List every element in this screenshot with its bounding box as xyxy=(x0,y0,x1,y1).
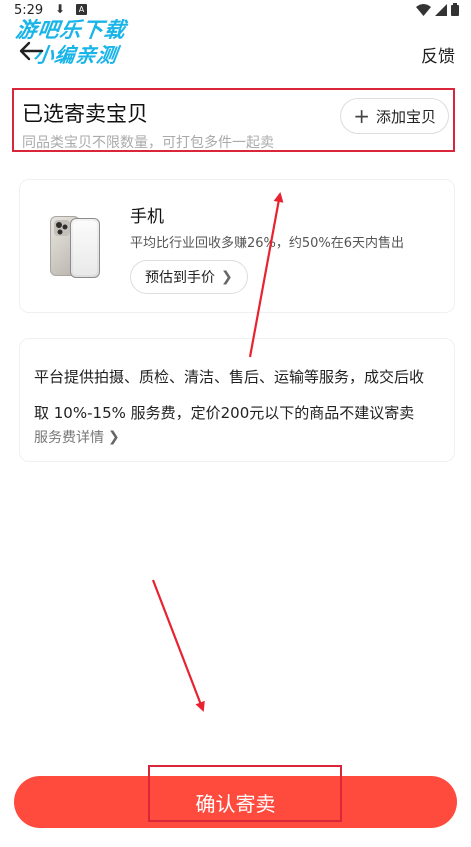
estimate-price-label: 预估到手价 xyxy=(145,270,215,286)
battery-icon xyxy=(451,3,459,16)
back-arrow-icon xyxy=(19,41,44,61)
product-card[interactable]: 手机 平均比行业回收多赚26%，约50%在6天内售出 预估到手价 ❯ xyxy=(19,179,455,313)
service-description: 平台提供拍摄、质检、清洁、售后、运输等服务，成交后收 取 10%-15% 服务费… xyxy=(34,359,444,431)
service-fee-details-link[interactable]: 服务费详情 ❯ xyxy=(34,427,120,447)
watermark-line2: 小编亲测 xyxy=(32,43,120,67)
service-line-2: 取 10%-15% 服务费，定价200元以下的商品不建议寄卖 xyxy=(34,404,415,422)
selected-items-header: 已选寄卖宝贝 同品类宝贝不限数量，可打包多件一起卖 + 添加宝贝 xyxy=(12,88,455,152)
estimate-price-button[interactable]: 预估到手价 ❯ xyxy=(130,260,248,294)
service-fee-details-label: 服务费详情 xyxy=(34,430,104,446)
chevron-right-icon: ❯ xyxy=(221,269,233,285)
status-icons xyxy=(416,3,459,16)
phone-front-image xyxy=(70,218,100,278)
selected-subtitle: 同品类宝贝不限数量，可打包多件一起卖 xyxy=(22,135,274,151)
wifi-icon xyxy=(416,3,431,16)
confirm-consign-label: 确认寄卖 xyxy=(195,791,276,816)
product-description: 平均比行业回收多赚26%，约50%在6天内售出 xyxy=(130,236,405,251)
service-info-card: 平台提供拍摄、质检、清洁、售后、运输等服务，成交后收 取 10%-15% 服务费… xyxy=(19,338,455,462)
phone-image xyxy=(50,216,100,278)
signal-icon xyxy=(435,3,447,16)
feedback-link[interactable]: 反馈 xyxy=(421,42,455,67)
add-item-button[interactable]: + 添加宝贝 xyxy=(340,98,449,134)
add-item-label: 添加宝贝 xyxy=(375,107,436,126)
bottom-bar: 确认寄卖 xyxy=(0,762,471,847)
service-line-1: 平台提供拍摄、质检、清洁、售后、运输等服务，成交后收 xyxy=(34,368,425,386)
page-title: 已选寄卖宝贝 xyxy=(22,102,148,126)
back-button[interactable] xyxy=(18,40,44,62)
product-name: 手机 xyxy=(130,207,164,227)
confirm-consign-button[interactable]: 确认寄卖 xyxy=(14,776,457,828)
chevron-right-icon: ❯ xyxy=(108,429,120,445)
annotation-arrow-down xyxy=(151,579,205,712)
plus-icon: + xyxy=(353,104,370,128)
